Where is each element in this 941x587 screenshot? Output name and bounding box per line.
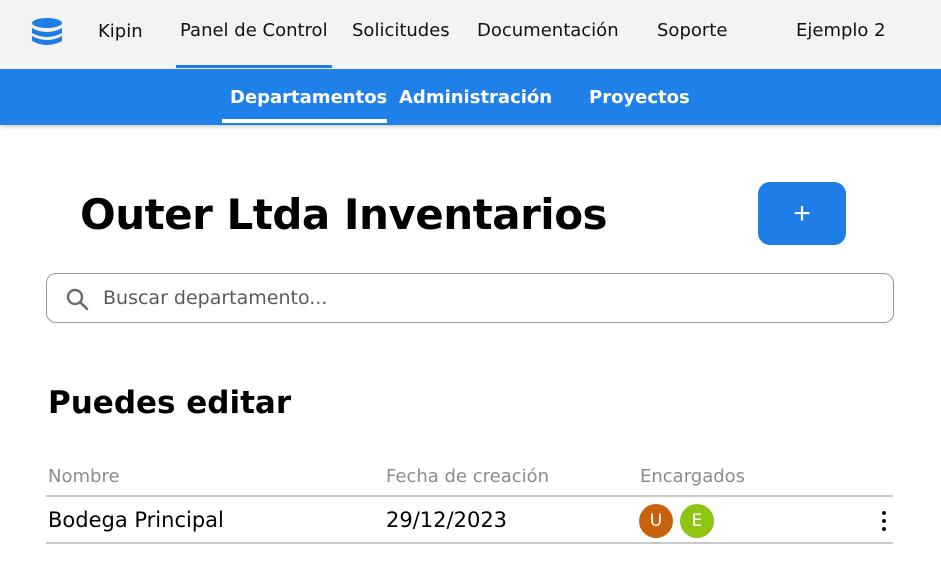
avatar-initial: E bbox=[691, 511, 703, 531]
database-icon[interactable] bbox=[30, 17, 64, 47]
active-tab-indicator bbox=[222, 119, 387, 123]
column-header-nombre[interactable]: Nombre bbox=[48, 466, 120, 487]
avatar[interactable]: U bbox=[639, 504, 673, 538]
column-header-encargados[interactable]: Encargados bbox=[640, 466, 745, 487]
topnav-documentacion[interactable]: Documentación bbox=[477, 20, 619, 41]
search-box[interactable] bbox=[46, 273, 894, 323]
topnav-solicitudes[interactable]: Solicitudes bbox=[352, 20, 450, 41]
more-vertical-icon[interactable] bbox=[874, 507, 894, 535]
avatar[interactable]: E bbox=[680, 504, 714, 538]
table-header-divider bbox=[46, 495, 893, 497]
topnav-soporte[interactable]: Soporte bbox=[657, 20, 727, 41]
plus-icon: + bbox=[793, 196, 811, 230]
column-header-fecha[interactable]: Fecha de creación bbox=[386, 466, 549, 487]
section-title: Puedes editar bbox=[48, 385, 292, 421]
tab-departamentos[interactable]: Departamentos bbox=[230, 87, 387, 108]
sub-navbar: Departamentos Administración Proyectos bbox=[0, 69, 941, 125]
avatar-initial: U bbox=[649, 511, 663, 531]
search-icon bbox=[66, 288, 89, 311]
tab-proyectos[interactable]: Proyectos bbox=[589, 87, 690, 108]
add-department-button[interactable]: + bbox=[758, 182, 846, 245]
search-input[interactable] bbox=[103, 282, 873, 314]
topnav-ejemplo-2[interactable]: Ejemplo 2 bbox=[796, 20, 886, 41]
brand-name[interactable]: Kipin bbox=[98, 21, 143, 42]
topnav-panel-de-control[interactable]: Panel de Control bbox=[176, 20, 332, 68]
tab-administracion[interactable]: Administración bbox=[399, 87, 552, 108]
row-created-date: 29/12/2023 bbox=[386, 508, 508, 532]
row-name[interactable]: Bodega Principal bbox=[48, 508, 224, 532]
table-row-divider bbox=[46, 542, 893, 544]
top-navbar: Kipin Panel de Control Solicitudes Docum… bbox=[0, 0, 941, 69]
page-title: Outer Ltda Inventarios bbox=[80, 190, 608, 239]
